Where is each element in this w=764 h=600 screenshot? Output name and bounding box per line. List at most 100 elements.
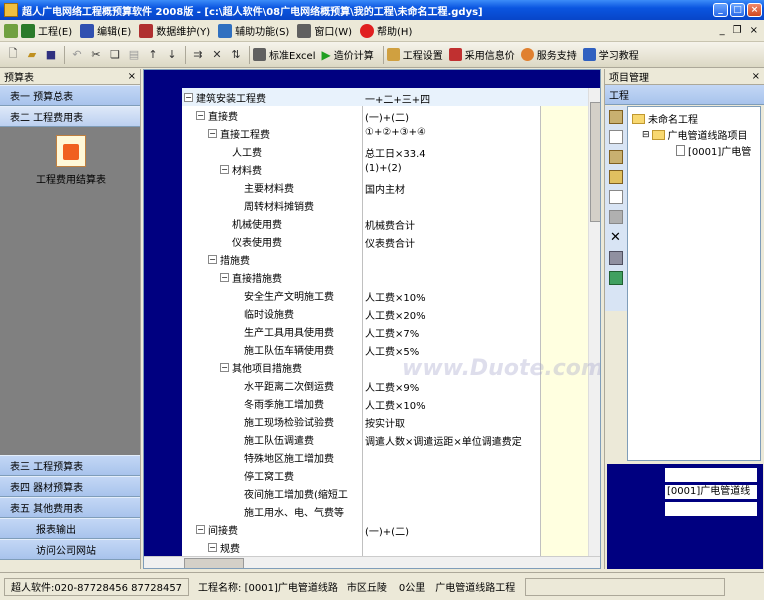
tree-collapse-icon[interactable]: −	[220, 363, 229, 372]
tree-collapse-icon[interactable]: −	[208, 129, 217, 138]
fee-name-cell[interactable]: − 规费	[208, 540, 240, 555]
report-output-link[interactable]: 报表输出	[0, 518, 140, 539]
tree-collapse-icon[interactable]: −	[220, 273, 229, 282]
fee-name-cell[interactable]: − 直接措施费	[220, 270, 282, 285]
fee-name-cell[interactable]: − 直接费	[196, 108, 238, 123]
fee-name-cell[interactable]: 主要材料费	[232, 180, 294, 195]
fee-name-cell[interactable]: 人工费	[220, 144, 262, 159]
visit-website-link[interactable]: 访问公司网站	[0, 539, 140, 560]
table-row[interactable]: 临时设施费 人工费×20%	[182, 304, 588, 322]
property-field-blank[interactable]	[665, 502, 757, 516]
scroll-thumb[interactable]	[590, 102, 600, 222]
property-field-name[interactable]: [0001]广电管道线	[665, 485, 757, 499]
close-button[interactable]: ×	[747, 3, 762, 17]
price-button[interactable]: 采用信息价	[448, 47, 515, 62]
fee-name-cell[interactable]: 仪表使用费	[220, 234, 282, 249]
fee-formula-cell[interactable]: 人工费×7%	[365, 325, 543, 340]
table-row[interactable]: − 材料费 (1)+(2)	[182, 160, 588, 178]
tree-collapse-icon[interactable]: −	[220, 165, 229, 174]
tree-collapse-icon[interactable]: −	[196, 525, 205, 534]
undo-icon[interactable]: ↶	[68, 46, 86, 64]
tree-node-line-project[interactable]: ⊟ 广电管道线路项目	[642, 127, 748, 142]
excel-button[interactable]: 标准Excel	[253, 47, 316, 62]
table-row[interactable]: − 建筑安装工程费 一+二+三+四	[182, 88, 588, 106]
mdi-restore-icon[interactable]: ❐	[733, 25, 742, 36]
project-panel-close-icon[interactable]: ×	[752, 71, 760, 82]
table-row[interactable]: 生产工具用具使用费 人工费×7%	[182, 322, 588, 340]
folder-open-icon[interactable]	[609, 150, 623, 164]
fee-formula-cell[interactable]: 仪表费合计	[365, 235, 543, 250]
table-row[interactable]: 冬雨季施工增加费 人工费×10%	[182, 394, 588, 412]
fee-formula-cell[interactable]: ①+②+③+④	[365, 127, 543, 138]
property-field-empty[interactable]	[665, 468, 757, 482]
fee-formula-cell[interactable]: 调遣人数×调遣运距×单位调遣费定	[365, 433, 543, 448]
fee-formula-cell[interactable]: 人工费×20%	[365, 307, 543, 322]
fee-formula-cell[interactable]: (1)+(2)	[365, 163, 543, 174]
export-icon[interactable]	[609, 271, 623, 285]
mdi-minimize-icon[interactable]: _	[720, 25, 725, 36]
vertical-scrollbar[interactable]	[588, 88, 600, 558]
table-row[interactable]: 水平距离二次倒运费 人工费×9%	[182, 376, 588, 394]
table-row[interactable]: 特殊地区施工增加费	[182, 448, 588, 466]
app-menu-icon[interactable]	[4, 23, 18, 38]
tree-collapse-icon[interactable]: −	[184, 93, 193, 102]
fee-name-cell[interactable]: 停工窝工费	[232, 468, 294, 483]
table-row[interactable]: 施工队伍车辆使用费 人工费×5%	[182, 340, 588, 358]
fee-name-cell[interactable]: 施工用水、电、气费等	[232, 504, 344, 519]
move-up-icon[interactable]: ↑	[144, 46, 162, 64]
fee-name-cell[interactable]: 夜间施工增加费(缩短工	[232, 486, 348, 501]
tree-collapse-icon[interactable]: −	[196, 111, 205, 120]
paste-icon[interactable]: ▤	[125, 46, 143, 64]
fee-formula-cell[interactable]: (一)+(二)	[365, 523, 543, 538]
minimize-button[interactable]: _	[713, 3, 728, 17]
fee-name-cell[interactable]: − 材料费	[220, 162, 262, 177]
open-folder-icon[interactable]: ▰	[23, 46, 41, 64]
support-button[interactable]: 服务支持	[520, 47, 577, 62]
fee-name-cell[interactable]: 施工现场检验试验费	[232, 414, 334, 429]
new-icon[interactable]	[609, 130, 623, 144]
table-row[interactable]: 夜间施工增加费(缩短工	[182, 484, 588, 502]
fee-name-cell[interactable]: − 建筑安装工程费	[184, 90, 266, 105]
calc-button[interactable]: ▶ 造价计算	[322, 47, 374, 63]
menu-window[interactable]: 窗口(W)	[297, 23, 352, 38]
settings-button[interactable]: 工程设置	[386, 47, 443, 62]
fee-name-cell[interactable]: − 直接工程费	[208, 126, 270, 141]
tree-collapse-icon[interactable]: −	[208, 543, 217, 552]
insert-row-icon[interactable]: ⇉	[189, 46, 207, 64]
fee-name-cell[interactable]: 生产工具用具使用费	[232, 324, 334, 339]
menu-tools[interactable]: 辅助功能(S)	[218, 23, 289, 38]
menu-data[interactable]: 数据维护(Y)	[139, 23, 210, 38]
save-icon[interactable]: ■	[42, 46, 60, 64]
table-row[interactable]: 周转材料摊销费	[182, 196, 588, 214]
table-row[interactable]: 安全生产文明施工费 人工费×10%	[182, 286, 588, 304]
table-row[interactable]: 停工窝工费	[182, 466, 588, 484]
table-row[interactable]: − 规费	[182, 538, 588, 556]
fee-formula-cell[interactable]: 人工费×9%	[365, 379, 543, 394]
fee-formula-cell[interactable]: 国内主材	[365, 181, 543, 196]
print-icon[interactable]	[609, 251, 623, 265]
table-row[interactable]: 机械使用费 机械费合计	[182, 214, 588, 232]
open-icon[interactable]	[609, 110, 623, 124]
tab-table5[interactable]: 表五 其他费用表	[0, 497, 140, 518]
maximize-button[interactable]: □	[730, 3, 745, 17]
table-row[interactable]: 人工费 总工日×33.4	[182, 142, 588, 160]
fee-name-cell[interactable]: − 措施费	[208, 252, 250, 267]
horizontal-scrollbar[interactable]	[144, 556, 600, 568]
menu-edit[interactable]: 编辑(E)	[80, 23, 131, 38]
fee-formula-cell[interactable]: 人工费×10%	[365, 289, 543, 304]
tab-table2[interactable]: 表二 工程费用表	[0, 106, 140, 127]
tutorial-button[interactable]: 学习教程	[582, 47, 639, 62]
table-row[interactable]: − 其他项目措施费	[182, 358, 588, 376]
new-file-icon[interactable]: 🗋	[4, 46, 22, 64]
fee-formula-cell[interactable]: 总工日×33.4	[365, 145, 543, 160]
table-row[interactable]: 施工队伍调遣费 调遣人数×调遣运距×单位调遣费定	[182, 430, 588, 448]
fee-name-cell[interactable]: − 间接费	[196, 522, 238, 537]
menu-project[interactable]: 工程(E)	[21, 23, 72, 38]
fee-name-cell[interactable]: 特殊地区施工增加费	[232, 450, 334, 465]
fee-name-cell[interactable]: 施工队伍调遣费	[232, 432, 314, 447]
mdi-close-icon[interactable]: ×	[750, 25, 758, 36]
delete-project-icon[interactable]: ✕	[610, 230, 622, 245]
sort-icon[interactable]: ⇅	[227, 46, 245, 64]
table-row[interactable]: − 直接工程费 ①+②+③+④	[182, 124, 588, 142]
delete-icon[interactable]: ✕	[208, 46, 226, 64]
